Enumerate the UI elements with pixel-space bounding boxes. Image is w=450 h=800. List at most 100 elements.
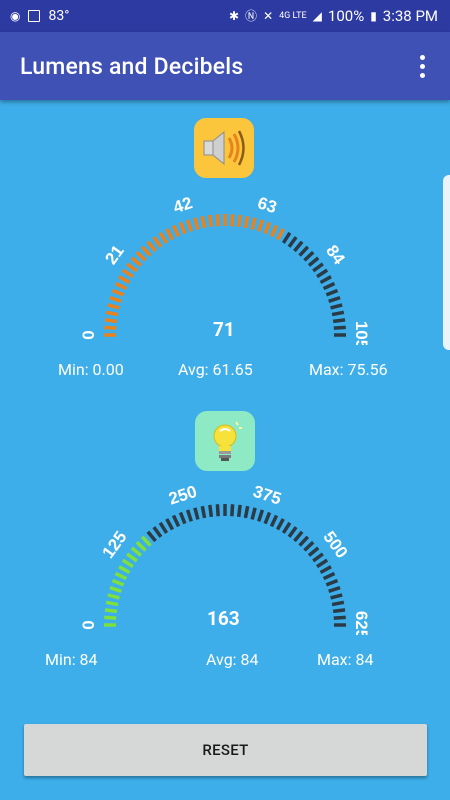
- lightbulb-icon[interactable]: [195, 411, 255, 471]
- status-bar: ◉ 83° ✱ Ⓝ ✕ 4G LTE ◢ 100% ▮ 3:38 PM: [0, 0, 450, 32]
- light-scale-label: 125: [99, 528, 131, 562]
- sound-tick: [135, 250, 147, 262]
- sound-tick: [111, 288, 125, 297]
- sound-tick: [171, 224, 181, 238]
- sound-tick: [319, 275, 332, 285]
- light-tick: [104, 608, 118, 614]
- sound-tick: [332, 318, 346, 324]
- sound-tick: [104, 318, 118, 324]
- sound-tick: [208, 214, 214, 228]
- light-avg: Avg: 84: [206, 650, 259, 669]
- sound-tick: [293, 240, 304, 253]
- app-title: Lumens and Decibels: [20, 52, 244, 80]
- sound-tick: [263, 221, 272, 235]
- bluetooth-icon: ✱: [228, 9, 240, 23]
- light-tick: [263, 511, 272, 525]
- sound-tick: [105, 310, 119, 317]
- sound-reading: 71: [213, 318, 235, 341]
- sound-tick: [152, 236, 163, 248]
- light-tick: [250, 507, 257, 520]
- light-scale-label: 375: [251, 482, 284, 509]
- signal-icon: ◢: [312, 9, 322, 23]
- light-tick: [193, 507, 200, 520]
- sound-tick: [230, 214, 235, 227]
- light-tick: [293, 530, 304, 543]
- light-tick: [104, 615, 117, 620]
- sound-tick: [158, 231, 169, 244]
- sound-tick: [193, 217, 200, 230]
- light-tick: [331, 600, 345, 607]
- sound-scale-label: 105: [352, 321, 371, 345]
- light-tick: [303, 540, 315, 552]
- light-tick: [215, 504, 220, 517]
- light-tick: [118, 565, 131, 575]
- sound-tick: [322, 281, 336, 291]
- light-reading: 163: [207, 607, 240, 630]
- sound-tick: [107, 303, 120, 310]
- light-tick: [332, 608, 346, 614]
- light-tick: [208, 504, 214, 518]
- sound-scale-label: 0: [79, 330, 98, 339]
- sound-min: Min: 0.00: [58, 360, 124, 379]
- light-tick: [107, 593, 120, 600]
- sound-tick: [287, 236, 298, 248]
- light-tick: [328, 585, 341, 593]
- light-tick: [135, 540, 147, 552]
- light-tick: [236, 504, 242, 518]
- sound-tick: [250, 217, 257, 230]
- overflow-menu-icon[interactable]: [410, 51, 434, 81]
- light-tick: [200, 505, 207, 519]
- edge-panel-handle[interactable]: [443, 175, 450, 350]
- light-tick: [140, 535, 152, 547]
- sound-tick: [312, 262, 324, 273]
- reset-button[interactable]: RESET: [24, 724, 427, 776]
- light-tick: [185, 509, 193, 522]
- sound-tick: [269, 224, 279, 238]
- light-tick: [269, 514, 279, 528]
- sound-tick: [185, 219, 193, 232]
- light-tick: [316, 558, 329, 569]
- light-tick: [307, 546, 320, 557]
- light-tick: [330, 593, 343, 600]
- battery-icon: ▮: [370, 9, 377, 23]
- sound-tick: [114, 281, 128, 291]
- sound-tick: [118, 275, 131, 285]
- sound-tick: [165, 228, 175, 241]
- samsung-icon: ◉: [10, 9, 21, 23]
- light-tick: [152, 526, 163, 538]
- light-tick: [171, 514, 181, 528]
- sound-scale-label: 42: [171, 193, 195, 217]
- light-tick: [105, 600, 119, 607]
- light-tick: [165, 518, 175, 531]
- light-tick: [319, 565, 332, 575]
- light-tick: [230, 504, 235, 517]
- light-tick: [126, 552, 138, 563]
- sound-tick: [316, 268, 329, 279]
- sound-tick: [126, 262, 138, 273]
- light-scale-label: 625: [352, 611, 371, 635]
- sound-tick: [275, 228, 285, 241]
- speaker-icon[interactable]: [194, 118, 254, 178]
- sound-tick: [200, 215, 207, 229]
- sound-tick: [303, 250, 315, 262]
- clock-text: 3:38 PM: [382, 7, 438, 25]
- sound-tick: [331, 310, 345, 317]
- light-tick: [114, 571, 128, 581]
- sound-tick: [257, 219, 265, 232]
- sound-tick: [330, 303, 343, 310]
- light-tick: [158, 521, 169, 534]
- light-tick: [111, 578, 125, 587]
- light-min: Min: 84: [45, 650, 98, 669]
- sound-avg: Avg: 61.65: [178, 360, 253, 379]
- light-tick: [178, 511, 187, 525]
- sound-scale-label: 84: [322, 242, 349, 269]
- temperature-text: 83°: [48, 8, 70, 24]
- mute-icon: ✕: [263, 9, 274, 23]
- sound-tick: [328, 295, 341, 303]
- sound-tick: [215, 214, 220, 227]
- light-tick: [298, 535, 310, 547]
- sound-tick: [298, 245, 310, 257]
- light-tick: [275, 518, 285, 531]
- sound-tick: [109, 295, 122, 303]
- sound-tick: [130, 256, 143, 267]
